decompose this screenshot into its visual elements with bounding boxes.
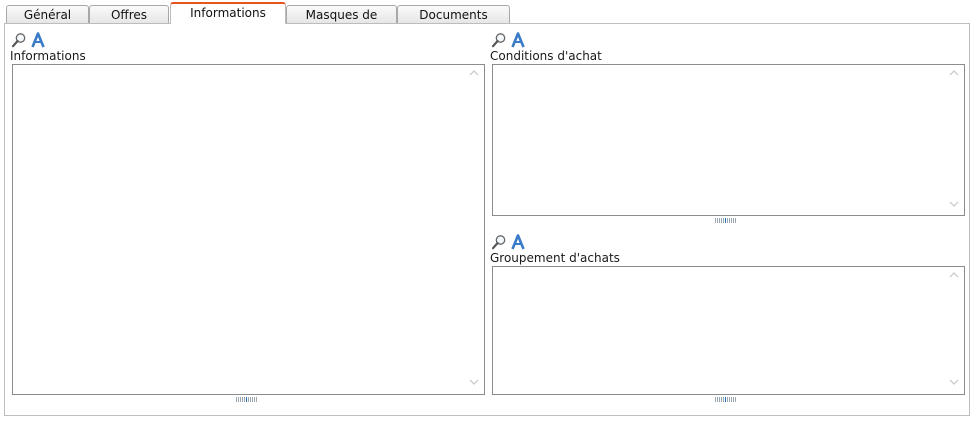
informations-textarea[interactable] (12, 64, 485, 395)
magnifier-icon[interactable] (490, 31, 507, 48)
groupement-achats-toolbar (490, 233, 526, 251)
informations-label: Informations (10, 49, 86, 63)
font-icon[interactable] (509, 31, 526, 48)
scroll-down-icon[interactable] (949, 378, 959, 386)
groupement-achats-label: Groupement d'achats (490, 251, 620, 265)
scroll-up-icon[interactable] (949, 271, 959, 279)
magnifier-icon[interactable] (10, 31, 27, 48)
scroll-up-icon[interactable] (949, 69, 959, 77)
tab-masques-de-saisie[interactable]: Masques de saisie (286, 5, 397, 40)
groupement-achats-textarea[interactable] (492, 266, 965, 395)
tab-offres[interactable]: Offres (89, 5, 169, 23)
tab-documents[interactable]: Documents (397, 5, 510, 23)
scroll-up-icon[interactable] (469, 69, 479, 77)
conditions-achat-label: Conditions d'achat (490, 49, 602, 63)
magnifier-icon[interactable] (490, 233, 507, 250)
conditions-achat-toolbar (490, 31, 526, 49)
informations-toolbar (10, 31, 46, 49)
informations-resize-handle[interactable] (236, 397, 258, 402)
groupement-achats-resize-handle[interactable] (715, 397, 737, 402)
scroll-down-icon[interactable] (469, 378, 479, 386)
tab-general[interactable]: Général (6, 5, 89, 23)
font-icon[interactable] (29, 31, 46, 48)
conditions-achat-textarea[interactable] (492, 64, 965, 216)
conditions-achat-resize-handle[interactable] (715, 218, 737, 223)
scroll-down-icon[interactable] (949, 200, 959, 208)
font-icon[interactable] (509, 233, 526, 250)
tab-informations[interactable]: Informations (170, 2, 286, 24)
